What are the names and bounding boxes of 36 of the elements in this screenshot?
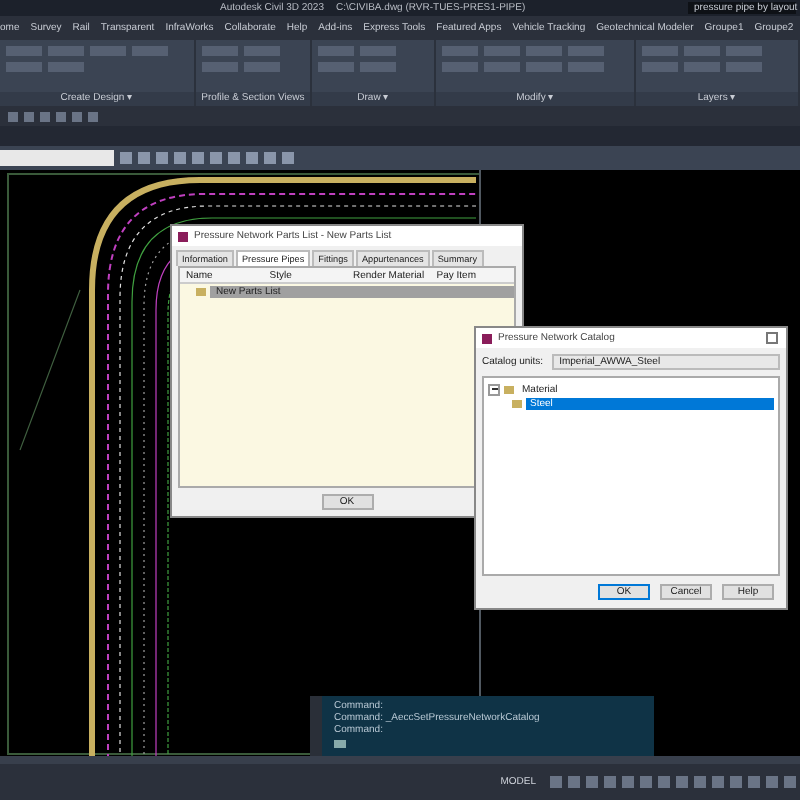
- tool-icon[interactable]: [6, 46, 42, 56]
- app-icon: [178, 231, 188, 241]
- tool-icon[interactable]: [243, 46, 280, 56]
- tool-icon[interactable]: [132, 46, 168, 56]
- tool-icon[interactable]: [318, 46, 355, 56]
- tool-icon[interactable]: [360, 62, 397, 72]
- tool-icon[interactable]: [684, 62, 721, 72]
- tool-icon[interactable]: [6, 62, 42, 72]
- tool-icon[interactable]: [568, 46, 605, 56]
- tool-icon[interactable]: [201, 46, 238, 56]
- tool-icon[interactable]: [568, 62, 605, 72]
- tool-icon[interactable]: [201, 62, 238, 72]
- tool-icon[interactable]: [48, 62, 84, 72]
- tool-icon[interactable]: [484, 62, 521, 72]
- tool-icon[interactable]: [442, 46, 479, 56]
- tool-icon[interactable]: [48, 46, 84, 56]
- command-line-handle[interactable]: [310, 696, 322, 756]
- tool-icon[interactable]: [526, 62, 563, 72]
- tool-icon[interactable]: [360, 46, 397, 56]
- tool-icon[interactable]: [243, 62, 280, 72]
- tool-icon[interactable]: [318, 62, 355, 72]
- expander-icon[interactable]: [488, 383, 500, 395]
- tool-icon[interactable]: [484, 46, 521, 56]
- tool-icon[interactable]: [642, 46, 679, 56]
- command-input[interactable]: [334, 740, 346, 748]
- folder-icon: [196, 288, 206, 296]
- tool-icon[interactable]: [726, 46, 763, 56]
- tool-icon[interactable]: [726, 62, 763, 72]
- tool-icon[interactable]: [442, 62, 479, 72]
- tool-icon[interactable]: [526, 46, 563, 56]
- tool-icon[interactable]: [642, 62, 679, 72]
- tool-icon[interactable]: [90, 46, 126, 56]
- tool-icon[interactable]: [684, 46, 721, 56]
- layer-combo[interactable]: [0, 150, 114, 166]
- app-icon: [482, 333, 492, 343]
- close-icon[interactable]: [766, 332, 778, 344]
